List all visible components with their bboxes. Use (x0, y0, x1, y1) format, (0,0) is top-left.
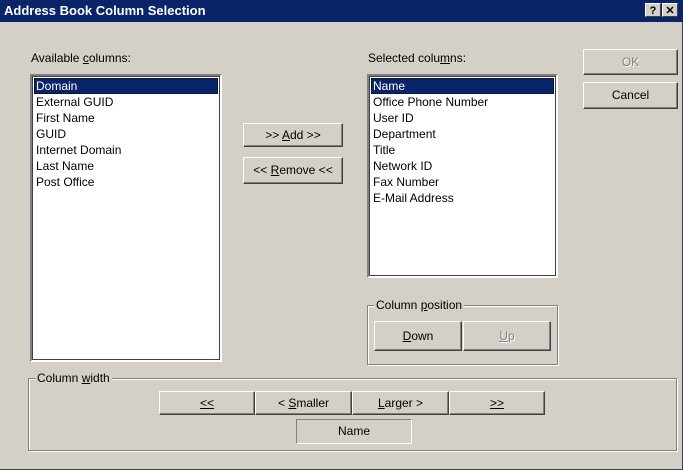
column-width-label: Column width (35, 371, 112, 385)
up-button[interactable]: Up (463, 321, 551, 351)
add-button[interactable]: >> Add >> (243, 123, 343, 147)
selected-column-item[interactable]: Network ID (371, 158, 554, 174)
width-min-button[interactable]: << (159, 391, 255, 415)
remove-button[interactable]: << Remove << (243, 157, 343, 184)
available-column-item[interactable]: Internet Domain (34, 142, 218, 158)
close-icon[interactable]: ✕ (662, 3, 678, 17)
available-column-item[interactable]: Post Office (34, 174, 218, 190)
width-max-button[interactable]: >> (449, 391, 545, 415)
selected-column-item[interactable]: E-Mail Address (371, 190, 554, 206)
selected-column-item[interactable]: Fax Number (371, 174, 554, 190)
available-columns-list[interactable]: Domain External GUID First Name GUID Interne… (30, 74, 222, 362)
window-title: Address Book Column Selection (4, 3, 206, 18)
selected-columns-label: Selected columns: (368, 51, 467, 65)
available-columns-label: Available columns: (31, 51, 131, 65)
selected-column-item[interactable]: Title (371, 142, 554, 158)
available-column-item[interactable]: Last Name (34, 158, 218, 174)
title-bar: Address Book Column Selection ? ✕ (0, 0, 683, 22)
larger-button[interactable]: Larger > (352, 391, 449, 415)
selected-columns-list[interactable]: Name Office Phone Number User ID Department… (367, 74, 558, 278)
selected-column-item[interactable]: Office Phone Number (371, 94, 554, 110)
column-position-label: Column position (374, 298, 465, 312)
ok-button[interactable]: OK (583, 49, 678, 75)
available-column-item[interactable]: GUID (34, 126, 218, 142)
selected-column-item[interactable]: Department (371, 126, 554, 142)
smaller-button[interactable]: < Smaller (255, 391, 352, 415)
help-icon[interactable]: ? (645, 3, 661, 17)
down-button[interactable]: Down (374, 321, 462, 351)
current-column-name: Name (296, 419, 412, 444)
available-column-item[interactable]: External GUID (34, 94, 218, 110)
address-book-column-selection-dialog: Address Book Column Selection ? ✕ Availa… (0, 0, 683, 470)
available-column-item[interactable]: First Name (34, 110, 218, 126)
cancel-button[interactable]: Cancel (583, 82, 678, 109)
selected-column-item[interactable]: Name (371, 78, 554, 94)
selected-column-item[interactable]: User ID (371, 110, 554, 126)
available-column-item[interactable]: Domain (34, 78, 218, 94)
